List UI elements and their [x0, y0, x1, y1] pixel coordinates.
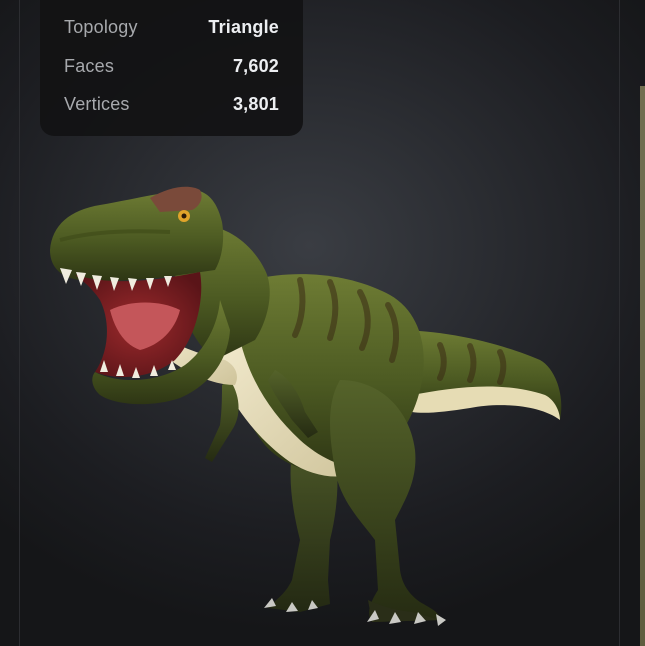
adjacent-panel-edge: [640, 86, 645, 646]
stat-label: Faces: [64, 55, 115, 76]
mesh-stats-panel: Topology Triangle Faces 7,602 Vertices 3…: [40, 0, 303, 136]
frame-divider-right: [619, 0, 620, 646]
stat-row-topology: Topology Triangle: [64, 15, 279, 39]
stat-label: Vertices: [64, 93, 130, 114]
stat-value: 3,801: [232, 93, 279, 114]
stat-row-faces: Faces 7,602: [64, 54, 279, 78]
model-viewport[interactable]: Topology Triangle Faces 7,602 Vertices 3…: [0, 0, 645, 646]
tyrannosaurus-3d-model[interactable]: [30, 170, 590, 640]
stat-value: Triangle: [208, 16, 279, 37]
stat-label: Topology: [64, 16, 138, 37]
stat-value: 7,602: [232, 55, 279, 76]
stat-row-vertices: Vertices 3,801: [64, 92, 279, 116]
frame-divider-left: [19, 0, 20, 646]
